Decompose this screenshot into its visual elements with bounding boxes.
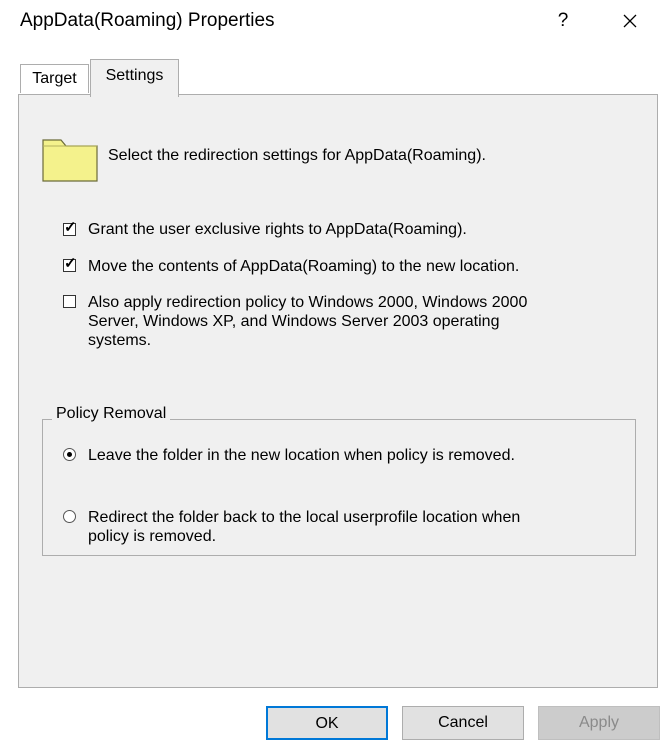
radio-redirect-back[interactable] xyxy=(63,510,76,523)
option-move-contents-label: Move the contents of AppData(Roaming) to… xyxy=(88,258,520,275)
option-redirect-back-label: Redirect the folder back to the local us… xyxy=(88,508,520,546)
option-line: policy is removed. xyxy=(88,528,217,545)
option-line: Also apply redirection policy to Windows… xyxy=(88,294,528,311)
apply-button[interactable]: Apply xyxy=(538,706,660,740)
radio-leave-folder[interactable] xyxy=(63,448,76,461)
help-button[interactable]: ? xyxy=(548,4,578,38)
dialog-title: AppData(Roaming) Properties xyxy=(20,10,275,31)
option-line: Server, Windows XP, and Windows Server 2… xyxy=(88,313,500,330)
close-icon xyxy=(623,14,637,28)
settings-panel xyxy=(18,94,658,688)
option-leave-folder-label: Leave the folder in the new location whe… xyxy=(88,447,515,464)
check-icon: ✓ xyxy=(64,255,77,272)
radio-dot-icon xyxy=(67,452,72,457)
tab-target[interactable]: Target xyxy=(20,64,89,93)
option-apply-legacy-os-label: Also apply redirection policy to Windows… xyxy=(88,293,527,350)
check-icon: ✓ xyxy=(64,219,77,236)
cancel-button[interactable]: Cancel xyxy=(402,706,524,740)
option-line: systems. xyxy=(88,332,152,349)
folder-icon xyxy=(42,139,98,182)
option-line: Redirect the folder back to the local us… xyxy=(88,509,521,526)
checkbox-exclusive-rights[interactable]: ✓ xyxy=(63,219,77,236)
policy-removal-legend: Policy Removal xyxy=(52,405,171,423)
close-button[interactable] xyxy=(612,4,648,38)
option-exclusive-rights-label: Grant the user exclusive rights to AppDa… xyxy=(88,221,467,238)
ok-button[interactable]: OK xyxy=(266,706,388,740)
title-bar: AppData(Roaming) Properties ? xyxy=(0,0,660,44)
checkbox-apply-legacy-os[interactable] xyxy=(63,295,76,308)
tab-settings[interactable]: Settings xyxy=(90,59,179,97)
settings-description: Select the redirection settings for AppD… xyxy=(108,147,486,164)
checkbox-move-contents[interactable]: ✓ xyxy=(63,255,77,272)
